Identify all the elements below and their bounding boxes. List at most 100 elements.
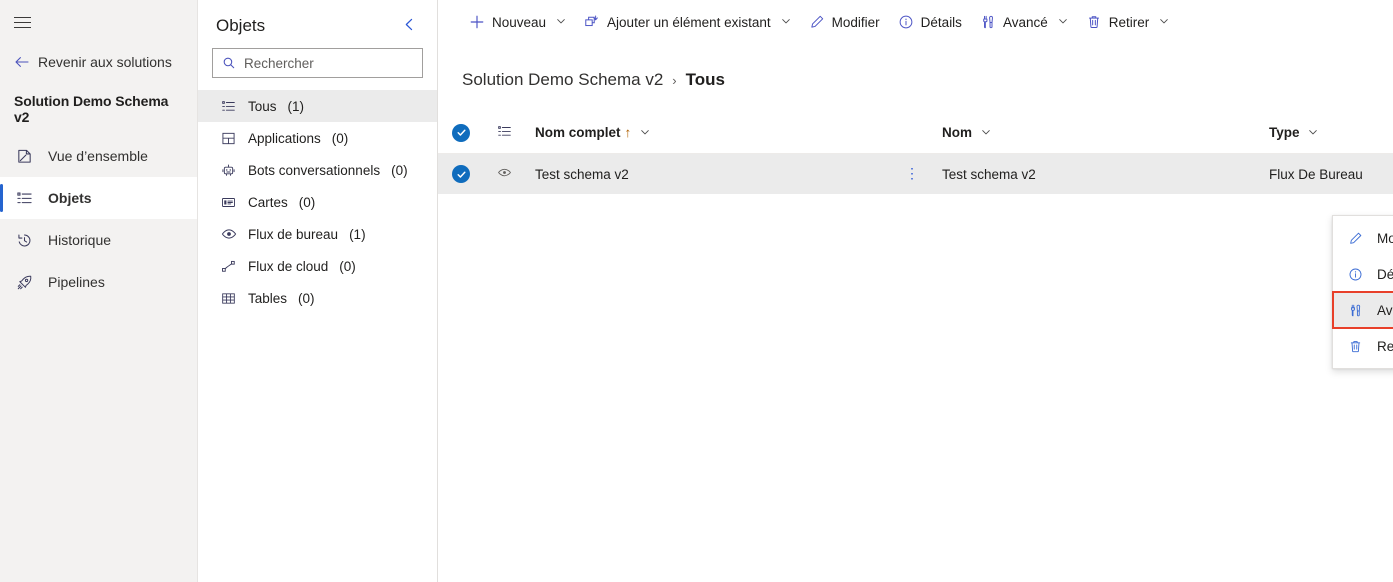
chevron-down-icon[interactable]	[1306, 129, 1319, 139]
context-menu-item-modifier-label: Modifier	[1377, 230, 1393, 246]
card-icon	[220, 194, 237, 211]
context-menu-item-avance[interactable]: Avancé	[1332, 291, 1393, 329]
row-context-menu: Modifier Détails	[1332, 215, 1393, 369]
chevron-down-icon[interactable]	[978, 129, 991, 139]
context-menu-item-details-label: Détails	[1377, 266, 1393, 282]
add-existing-button[interactable]: Ajouter un élément existant	[575, 4, 800, 40]
objects-item-flux-cloud-count: (0)	[339, 258, 356, 274]
sidebar-item-objects[interactable]: Objets	[0, 177, 197, 219]
tools-icon	[980, 14, 996, 30]
objects-item-applications-label: Applications	[248, 130, 321, 146]
context-menu-item-avance-label: Avancé	[1377, 302, 1393, 318]
objects-item-cartes-label: Cartes	[248, 194, 288, 210]
info-icon	[1346, 267, 1364, 282]
grid-header-row: Nom complet ↑ Nom Type	[438, 112, 1393, 154]
breadcrumb-current: Tous	[685, 70, 725, 89]
sidebar-item-pipelines[interactable]: Pipelines	[0, 261, 197, 303]
flow-icon	[220, 258, 237, 275]
new-button[interactable]: Nouveau	[460, 4, 575, 40]
objects-item-tous-label: Tous	[248, 98, 277, 114]
sidebar-item-pipelines-label: Pipelines	[48, 274, 105, 290]
objects-panel: Objets Rechercher Tous (1) Applications …	[198, 0, 438, 582]
trash-icon	[1086, 14, 1102, 30]
sidebar-item-history[interactable]: Historique	[0, 219, 197, 261]
objects-item-tous-count: (1)	[287, 98, 305, 114]
objects-item-flux-bureau-label: Flux de bureau	[248, 226, 339, 242]
grid-header-type-label: Type	[1269, 125, 1300, 140]
apps-icon	[220, 130, 237, 147]
eye-icon	[220, 226, 237, 243]
remove-button-label: Retirer	[1108, 14, 1150, 30]
checked-circle-icon[interactable]	[452, 123, 470, 142]
row-type: Flux De Bureau	[1269, 166, 1363, 182]
objects-item-applications-count: (0)	[331, 130, 349, 146]
list-icon	[497, 124, 512, 142]
back-to-solutions-label: Revenir aux solutions	[38, 54, 172, 70]
kebab-menu-icon: ⋮	[905, 165, 919, 182]
table-row[interactable]: Test schema v2 ⋮ Test schema v2 Flux De …	[438, 154, 1393, 194]
table-icon	[220, 290, 237, 307]
select-all-cell[interactable]	[438, 123, 484, 142]
arrow-left-icon	[14, 54, 30, 70]
grid-header-type-icon-cell	[484, 124, 524, 142]
command-bar: Nouveau Ajouter un élément existant Modi…	[438, 0, 1393, 44]
rocket-icon	[14, 272, 34, 292]
pencil-icon	[809, 14, 825, 30]
objects-item-flux-bureau[interactable]: Flux de bureau (1)	[198, 218, 437, 250]
add-existing-icon	[584, 14, 600, 30]
chevron-down-icon	[1058, 16, 1068, 28]
objects-item-tables[interactable]: Tables (0)	[198, 282, 437, 314]
collapse-panel-button[interactable]	[397, 14, 421, 38]
context-menu-item-retirer[interactable]: Retirer	[1333, 328, 1393, 364]
objects-filter-list: Tous (1) Applications (0) Bots conversat…	[198, 90, 437, 314]
breadcrumb: Solution Demo Schema v2 › Tous	[438, 44, 1393, 90]
list-icon	[220, 98, 237, 115]
edit-button[interactable]: Modifier	[800, 4, 889, 40]
edit-button-label: Modifier	[831, 14, 880, 30]
grid-header-nom[interactable]: Nom	[926, 125, 1246, 140]
grid-header-nom-complet[interactable]: Nom complet ↑	[524, 125, 898, 140]
tools-icon	[1346, 303, 1364, 318]
advanced-button[interactable]: Avancé	[971, 4, 1077, 40]
app-window: Revenir aux solutions Solution Demo Sche…	[0, 0, 1393, 582]
row-type-icon-cell	[484, 165, 524, 183]
remove-button[interactable]: Retirer	[1077, 4, 1179, 40]
row-more-actions-button[interactable]: ⋮	[898, 165, 926, 182]
advanced-button-label: Avancé	[1002, 14, 1048, 30]
search-input[interactable]	[244, 55, 421, 71]
objects-item-tables-label: Tables	[248, 290, 288, 306]
objects-panel-title: Objets	[216, 16, 266, 35]
chevron-down-icon[interactable]	[637, 129, 650, 139]
objects-item-bots-count: (0)	[391, 162, 408, 178]
details-button[interactable]: Détails	[889, 4, 971, 40]
bot-icon	[220, 162, 237, 179]
back-to-solutions-link[interactable]: Revenir aux solutions	[0, 47, 197, 77]
chevron-down-icon	[781, 16, 791, 28]
overview-icon	[14, 146, 34, 166]
hamburger-icon	[13, 13, 31, 32]
breadcrumb-root[interactable]: Solution Demo Schema v2	[462, 70, 663, 90]
objects-item-tables-count: (0)	[298, 290, 315, 306]
objects-item-flux-cloud-label: Flux de cloud	[248, 258, 329, 274]
new-button-label: Nouveau	[492, 14, 547, 30]
search-box[interactable]	[212, 48, 423, 78]
sort-ascending-icon: ↑	[624, 125, 632, 140]
checked-circle-icon[interactable]	[452, 165, 470, 183]
objects-item-tous[interactable]: Tous (1)	[198, 90, 437, 122]
objects-item-bots[interactable]: Bots conversationnels (0)	[198, 154, 437, 186]
row-nom: Test schema v2	[942, 166, 1036, 182]
objects-item-cartes[interactable]: Cartes (0)	[198, 186, 437, 218]
context-menu-item-modifier[interactable]: Modifier	[1333, 220, 1393, 256]
objects-panel-header: Objets	[198, 0, 437, 48]
objects-item-flux-cloud[interactable]: Flux de cloud (0)	[198, 250, 437, 282]
hamburger-menu-button[interactable]	[0, 0, 44, 44]
objects-item-bots-label: Bots conversationnels	[248, 162, 381, 178]
row-select-cell[interactable]	[438, 165, 484, 183]
add-existing-button-label: Ajouter un élément existant	[607, 14, 771, 30]
objects-item-applications[interactable]: Applications (0)	[198, 122, 437, 154]
chevron-left-icon	[402, 17, 417, 36]
grid-header-nom-complet-label: Nom complet	[535, 125, 621, 140]
grid-header-type[interactable]: Type	[1246, 125, 1393, 140]
sidebar-item-overview[interactable]: Vue d’ensemble	[0, 135, 197, 177]
context-menu-item-details[interactable]: Détails	[1333, 256, 1393, 292]
